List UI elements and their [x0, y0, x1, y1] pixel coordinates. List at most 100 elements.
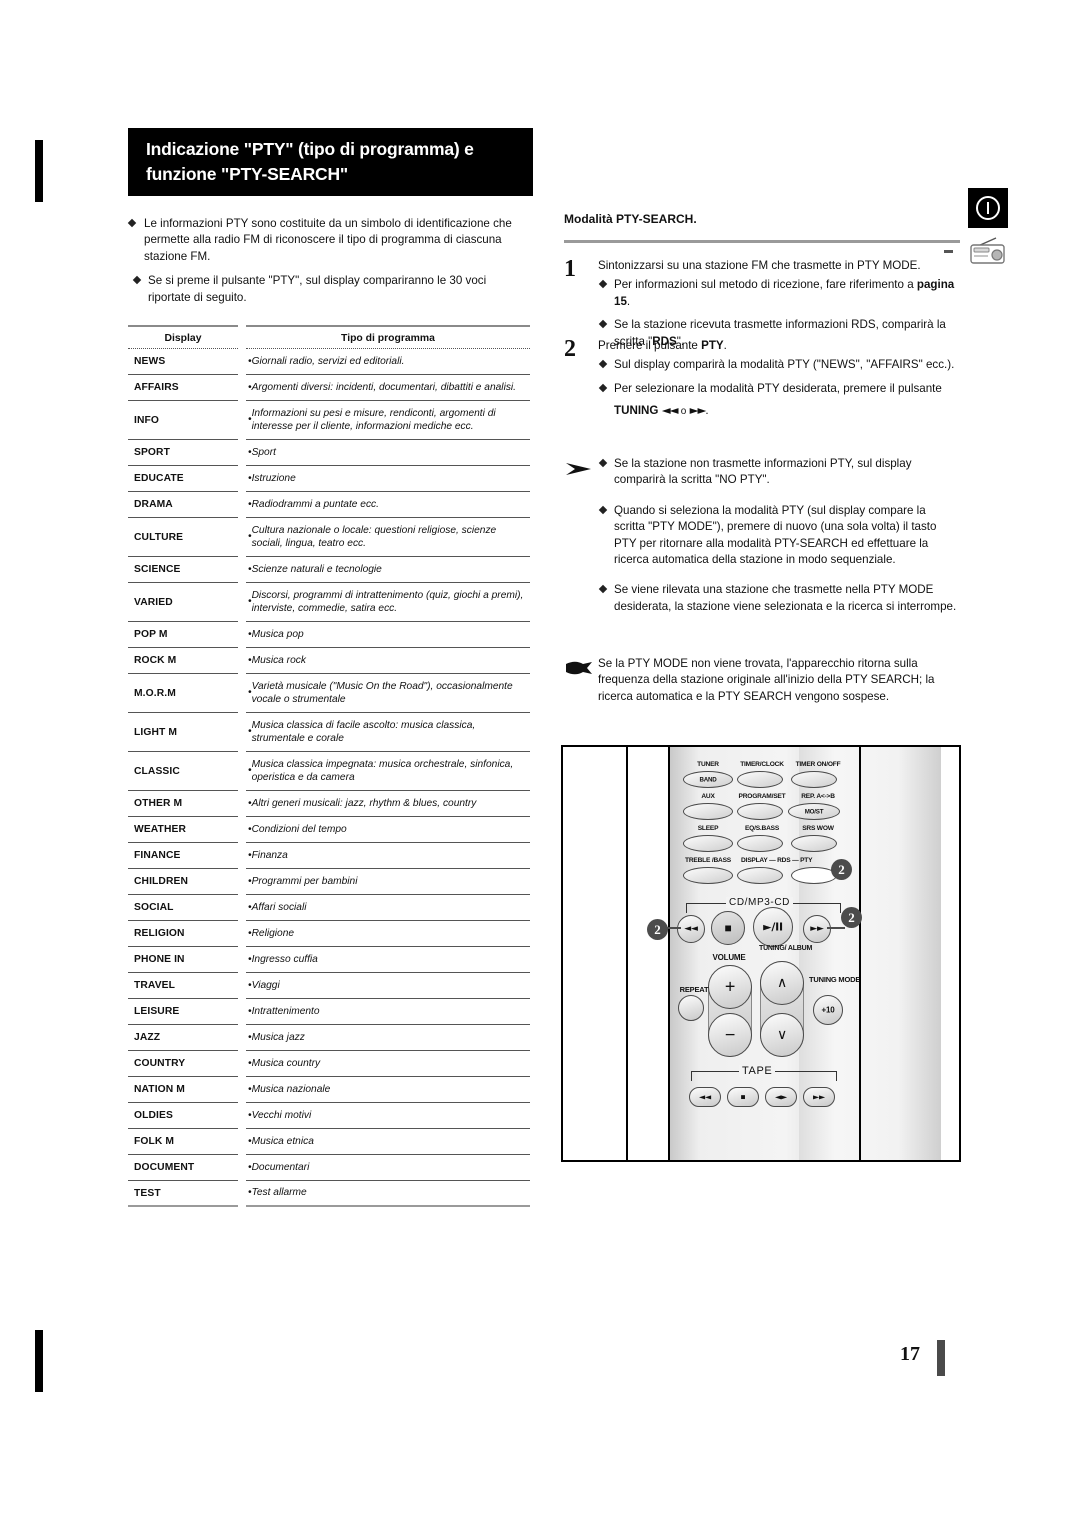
bullet-diamond-icon — [132, 275, 142, 285]
remote-button-tuning-down[interactable]: ∨ — [760, 1013, 804, 1057]
table-row: FINANCE • Finanza — [128, 843, 530, 869]
intro-bullets: Le informazioni PTY sono costituite da u… — [127, 216, 528, 314]
table-cell-display: OLDIES — [128, 1103, 238, 1129]
table-cell-display: WEATHER — [128, 817, 238, 843]
notes-list: Se la stazione non trasmette informazion… — [598, 456, 958, 622]
table-cell-description-text: Affari sociali — [251, 901, 307, 913]
remote-button-display[interactable] — [737, 867, 783, 884]
remote-label-timer-onoff: TIMER ON/OFF — [795, 761, 841, 768]
table-row: TEST • Test allarme — [128, 1181, 530, 1207]
remote-button-tape-ff[interactable]: ►► — [803, 1087, 835, 1107]
step-2-sub-1-text: Sul display comparirà la modalità PTY ("… — [614, 358, 955, 372]
table-cell-display: SPORT — [128, 440, 238, 466]
remote-label-aux: AUX — [701, 793, 715, 800]
remote-label-sleep: SLEEP — [697, 825, 719, 832]
table-cell-display: JAZZ — [128, 1025, 238, 1051]
remote-button-tape-direction[interactable]: ◄► — [765, 1087, 797, 1107]
remote-button-prev[interactable]: ◄◄ — [677, 915, 705, 943]
radio-tuner-icon — [966, 237, 1010, 267]
table-cell-description: • Musica rock — [246, 648, 530, 674]
table-cell-description: • Altri generi musicali: jazz, rhythm & … — [246, 791, 530, 817]
page-title-line1: Indicazione "PTY" (tipo di programma) e — [146, 139, 474, 159]
next-track-icon: ►► — [689, 403, 707, 418]
table-cell-display: EDUCATE — [128, 466, 238, 492]
table-row: M.O.R.M • Varietà musicale ("Music On the… — [128, 674, 530, 713]
table-cell-description-text: Condizioni del tempo — [251, 823, 347, 835]
table-row: TRAVEL • Viaggi — [128, 973, 530, 999]
intro-bullet-text: Se si preme il pulsante "PTY", sul displ… — [148, 274, 487, 304]
hand-note-text: Se la PTY MODE non viene trovata, l'appa… — [598, 657, 935, 703]
remote-control-figure: TUNER BAND TIMER/CLOCK TIMER ON/OFF AUX … — [561, 745, 961, 1162]
remote-button-timer-clock[interactable] — [737, 771, 783, 788]
table-cell-description-text: Giornali radio, servizi ed editoriali. — [251, 355, 405, 367]
bullet-diamond-icon — [598, 505, 608, 515]
table-row: DRAMA • Radiodrammi a puntate ecc. — [128, 492, 530, 518]
table-cell-description: • Musica jazz — [246, 1025, 530, 1051]
page-title: Indicazione "PTY" (tipo di programma) e … — [128, 128, 533, 196]
note-arrow-icon — [566, 462, 592, 476]
remote-button-play-pause[interactable]: ►/II — [753, 907, 793, 947]
remote-button-treble-bass[interactable] — [683, 867, 733, 884]
remote-button-srs-wow[interactable] — [791, 835, 837, 852]
table-row: JAZZ • Musica jazz — [128, 1025, 530, 1051]
table-cell-display: CULTURE — [128, 518, 238, 557]
remote-button-tuning-up[interactable]: ∧ — [760, 961, 804, 1005]
bullet-diamond-icon — [598, 585, 608, 594]
remote-label-timer-clock: TIMER/CLOCK — [740, 761, 784, 768]
table-row: RELIGION • Religione — [128, 921, 530, 947]
remote-button-aux[interactable] — [683, 803, 733, 820]
table-cell-description-text: Musica etnica — [251, 1135, 314, 1147]
table-cell-display: OTHER M — [128, 791, 238, 817]
remote-button-timer-onoff[interactable] — [791, 771, 837, 788]
remote-button-band[interactable]: BAND — [683, 771, 733, 788]
table-row: SCIENCE • Scienze naturali e tecnologie — [128, 557, 530, 583]
pty-search-heading: Modalità PTY-SEARCH. — [564, 212, 697, 226]
remote-button-plus10[interactable]: +10 — [813, 995, 843, 1025]
table-row: AFFAIRS • Argomenti diversi: incidenti, d… — [128, 375, 530, 401]
table-cell-description: • Musica etnica — [246, 1129, 530, 1155]
remote-button-volume-down[interactable]: − — [708, 1013, 752, 1057]
table-cell-description: • Musica country — [246, 1051, 530, 1077]
table-cell-display: INFO — [128, 401, 238, 440]
column-header-display: Display — [164, 333, 202, 344]
table-row: LEISURE • Intrattenimento — [128, 999, 530, 1025]
table-row: NATION M • Musica nazionale — [128, 1077, 530, 1103]
table-cell-display: FINANCE — [128, 843, 238, 869]
table-row: PHONE IN • Ingresso cuffia — [128, 947, 530, 973]
table-cell-display: CLASSIC — [128, 752, 238, 791]
table-cell-description-text: Cultura nazionale o locale: questioni re… — [251, 524, 497, 549]
table-cell-display: DOCUMENT — [128, 1155, 238, 1181]
table-cell-display: TEST — [128, 1181, 238, 1207]
intro-bullet: Se si preme il pulsante "PTY", sul displ… — [128, 273, 528, 306]
remote-button-sleep[interactable] — [683, 835, 733, 852]
remote-label-program-set: PROGRAM/SET — [738, 793, 786, 800]
table-cell-display: LEISURE — [128, 999, 238, 1025]
note-text: Se la stazione non trasmette informazion… — [614, 457, 912, 487]
table-cell-description-text: Musica pop — [251, 628, 304, 640]
bullet-diamond-icon — [598, 360, 608, 369]
table-cell-description-text: Musica country — [251, 1057, 321, 1069]
table-cell-display: PHONE IN — [128, 947, 238, 973]
remote-button-tape-stop[interactable]: ■ — [727, 1087, 759, 1107]
table-cell-description: • Vecchi motivi — [246, 1103, 530, 1129]
remote-button-repeat[interactable] — [678, 995, 704, 1021]
table-row: POP M • Musica pop — [128, 622, 530, 648]
table-cell-description-text: Documentari — [251, 1161, 310, 1173]
remote-button-tape-rew[interactable]: ◄◄ — [689, 1087, 721, 1107]
remote-button-eq-sbass[interactable] — [737, 835, 783, 852]
power-info-icon — [968, 188, 1008, 228]
bullet-diamond-icon — [598, 458, 608, 468]
remote-button-program-set[interactable] — [737, 803, 783, 820]
remote-label-cd-mp3: CD/MP3-CD — [726, 897, 793, 908]
bullet-diamond-icon — [598, 319, 608, 329]
remote-button-mo-st[interactable]: MO/ST — [788, 803, 840, 820]
table-cell-description: • Sport — [246, 440, 530, 466]
intro-bullet: Le informazioni PTY sono costituite da u… — [127, 216, 528, 265]
note-text: Quando si seleziona la modalità PTY (sul… — [614, 503, 937, 567]
table-body: NEWS • Giornali radio, servizi ed editori… — [128, 349, 530, 1207]
bullet-diamond-icon — [598, 383, 608, 393]
remote-button-stop[interactable]: ■ — [711, 911, 745, 945]
step-1-sub-1: Per informazioni sul metodo di ricezione… — [598, 277, 964, 310]
column-header-program-type: Tipo di programma — [341, 333, 435, 344]
remote-label-tuning-mode: TUNING MODE — [809, 975, 861, 984]
